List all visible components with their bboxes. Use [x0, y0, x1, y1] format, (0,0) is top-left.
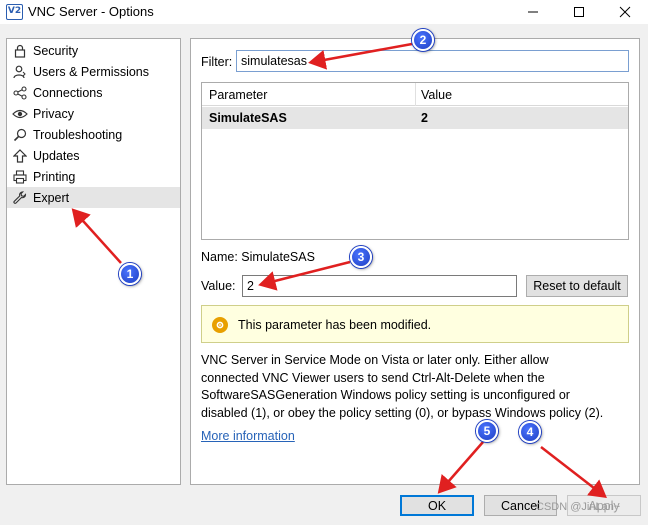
filter-label: Filter: [201, 55, 233, 69]
sidebar-item-updates[interactable]: Updates [7, 145, 180, 166]
wrench-icon [7, 190, 33, 205]
close-button[interactable] [602, 0, 648, 24]
description-line: connected VNC Viewer users to send Ctrl-… [201, 370, 545, 385]
modified-notice: This parameter has been modified. [201, 305, 629, 343]
connections-icon [7, 85, 33, 100]
value-input[interactable] [242, 275, 517, 297]
annotation-badge-3: 3 [350, 246, 372, 268]
parameter-table: Parameter Value SimulateSAS 2 [201, 82, 629, 240]
maximize-icon [574, 7, 584, 17]
value-label: Value: [201, 279, 236, 293]
table-row[interactable]: SimulateSAS 2 [202, 107, 628, 129]
options-sidebar: Security Users & Permissions Connections… [6, 38, 181, 485]
minimize-button[interactable] [510, 0, 556, 24]
printer-icon [7, 169, 33, 184]
arrow-up-icon [7, 148, 33, 163]
magnifier-icon [7, 128, 33, 142]
close-icon [619, 6, 631, 18]
sidebar-item-label: Updates [33, 148, 80, 163]
maximize-button[interactable] [556, 0, 602, 24]
parameter-name-label: Name: SimulateSAS [201, 250, 315, 264]
row-value-cell: 2 [421, 111, 428, 125]
sidebar-item-connections[interactable]: Connections [7, 82, 180, 103]
table-header: Parameter Value [202, 83, 628, 106]
lock-icon [7, 44, 33, 58]
annotation-badge-4: 4 [519, 421, 541, 443]
sidebar-item-label: Connections [33, 85, 103, 100]
title-bar: V2 VNC Server - Options [0, 0, 648, 24]
ok-button[interactable]: OK [400, 495, 474, 516]
sidebar-item-label: Troubleshooting [33, 127, 123, 142]
sidebar-item-label: Security [33, 43, 79, 58]
column-header-value[interactable]: Value [421, 88, 452, 102]
sidebar-item-label: Privacy [33, 106, 74, 121]
window-title: VNC Server - Options [28, 4, 154, 19]
annotation-badge-1: 1 [119, 263, 141, 285]
sidebar-item-security[interactable]: Security [7, 40, 180, 61]
sidebar-item-label: Printing [33, 169, 76, 184]
sidebar-item-troubleshooting[interactable]: Troubleshooting [7, 124, 180, 145]
sidebar-item-expert[interactable]: Expert [7, 187, 180, 208]
notice-text: This parameter has been modified. [238, 318, 432, 332]
column-divider[interactable] [415, 83, 416, 106]
row-parameter-cell: SimulateSAS [209, 111, 287, 125]
sidebar-item-label: Expert [33, 190, 70, 205]
minimize-icon [528, 11, 538, 13]
more-information-link[interactable]: More information [201, 429, 295, 443]
column-header-parameter[interactable]: Parameter [209, 88, 267, 102]
watermark: CSDN @JinLan~ [536, 501, 621, 513]
annotation-badge-2: 2 [412, 29, 434, 51]
user-icon [7, 65, 33, 79]
filter-input[interactable] [236, 50, 629, 72]
parameter-description: VNC Server in Service Mode on Vista or l… [201, 352, 633, 422]
description-line: SoftwareSASGeneration Windows policy set… [201, 388, 570, 402]
vnc-app-icon: V2 [6, 4, 23, 20]
sidebar-item-label: Users & Permissions [33, 64, 149, 79]
annotation-badge-5: 5 [476, 420, 498, 442]
gear-warning-icon [212, 317, 228, 333]
sidebar-item-privacy[interactable]: Privacy [7, 103, 180, 124]
sidebar-item-users-permissions[interactable]: Users & Permissions [7, 61, 180, 82]
sidebar-item-printing[interactable]: Printing [7, 166, 180, 187]
description-line: VNC Server in Service Mode on Vista or l… [201, 353, 549, 367]
eye-icon [7, 108, 33, 120]
reset-to-default-button[interactable]: Reset to default [526, 275, 628, 297]
description-line: disabled (1), or obey the policy setting… [201, 405, 604, 420]
